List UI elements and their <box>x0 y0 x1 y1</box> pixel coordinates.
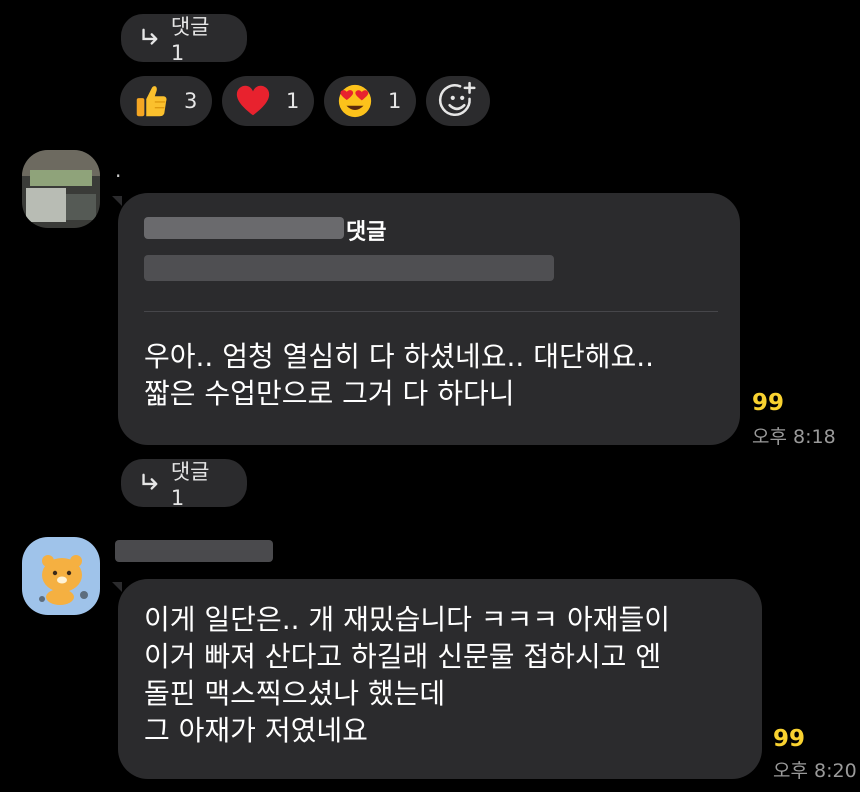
message-text: 우아.. 엄청 열심히 다 하셨네요.. 대단해요.. 짧은 수업만으로 그거 … <box>144 340 655 410</box>
heart-icon <box>236 85 270 116</box>
message-time: 오후 8:20 <box>773 760 857 782</box>
reply-arrow-icon <box>142 28 158 45</box>
sender-name: . <box>115 158 122 182</box>
sender-name <box>115 540 273 562</box>
avatar[interactable] <box>22 537 100 615</box>
message-bubble[interactable]: 이게 일단은.. 개 재밌습니다 ㅋㅋㅋ 아재들이 이거 빠져 산다고 하길래 … <box>118 579 762 779</box>
message-bubble[interactable]: 댓글 우아.. 엄청 열심히 다 하셨네요.. 대단해요.. 짧은 수업만으로 … <box>118 193 740 445</box>
message-text: 이게 일단은.. 개 재밌습니다 ㅋㅋㅋ 아재들이 이거 빠져 산다고 하길래 … <box>144 603 670 747</box>
add-reaction-button[interactable] <box>426 76 490 126</box>
reply-arrow-icon <box>142 473 158 490</box>
unread-count: 99 <box>752 390 785 416</box>
avatar[interactable] <box>22 150 100 228</box>
thumbs-up-icon <box>136 86 167 117</box>
quoted-author <box>144 217 344 239</box>
reaction-count: 3 <box>184 89 198 113</box>
reaction-heart-eyes[interactable]: 1 <box>324 76 416 126</box>
reaction-thumbs-up[interactable]: 3 <box>120 76 212 126</box>
heart-eyes-icon <box>338 84 372 118</box>
reaction-count: 1 <box>286 89 300 113</box>
message-time: 오후 8:18 <box>752 426 836 448</box>
character-avatar-icon <box>39 555 88 605</box>
quote-divider <box>144 311 718 312</box>
reaction-count: 1 <box>388 89 402 113</box>
unread-count: 99 <box>773 726 806 752</box>
thread-reply-button[interactable]: 댓글 1 <box>121 14 247 65</box>
thread-reply-button[interactable]: 댓글 1 <box>121 459 247 510</box>
thread-reply-label: 댓글 1 <box>170 15 210 65</box>
quoted-text <box>144 255 554 281</box>
thread-reply-label: 댓글 1 <box>170 460 210 510</box>
add-reaction-icon <box>438 81 476 116</box>
quoted-label: 댓글 <box>346 220 387 245</box>
bubble-tail <box>112 196 122 206</box>
bubble-tail <box>112 582 122 592</box>
reaction-heart[interactable]: 1 <box>222 76 314 126</box>
